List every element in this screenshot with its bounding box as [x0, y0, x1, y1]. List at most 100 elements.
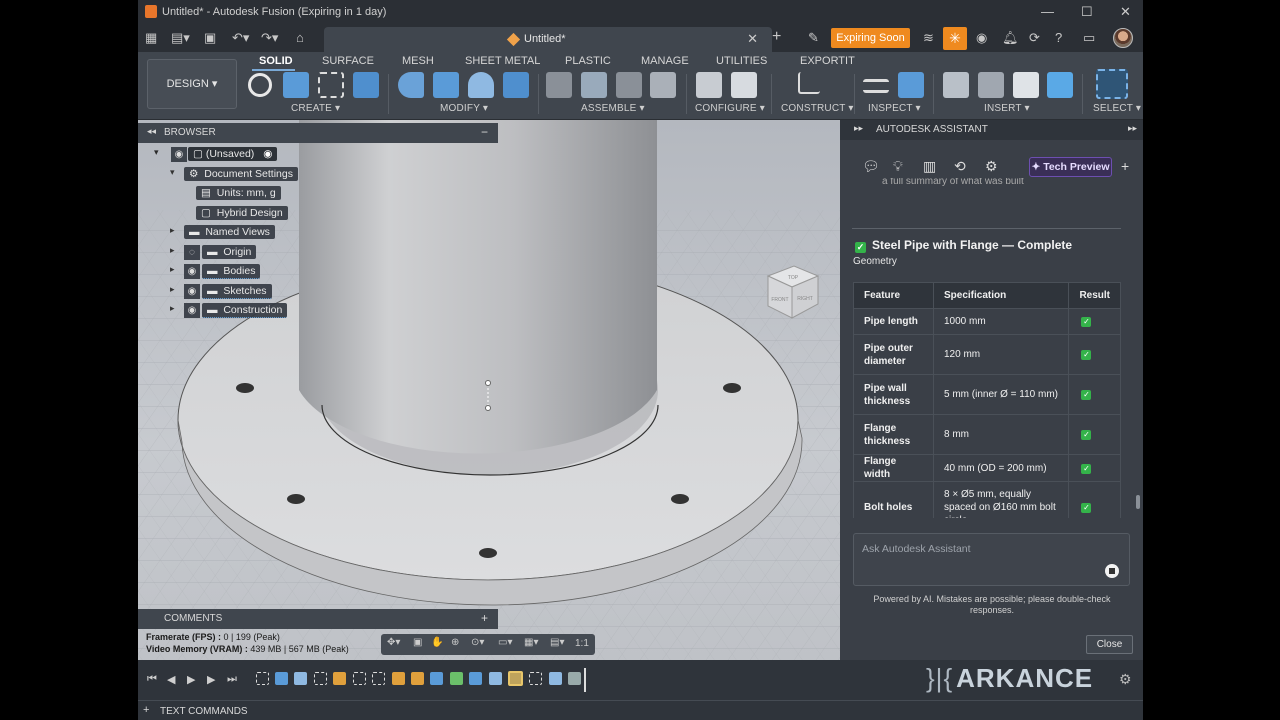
- fit-icon[interactable]: ⊙▾: [471, 637, 484, 648]
- grid-settings-icon[interactable]: ▦▾: [524, 637, 538, 648]
- browser-minimize-icon[interactable]: −: [481, 125, 488, 139]
- stop-generation-icon[interactable]: [1105, 564, 1119, 578]
- tab-surface[interactable]: SURFACE: [322, 55, 374, 67]
- app-grid-icon[interactable]: ▦: [145, 30, 157, 46]
- step-back-icon[interactable]: ◀: [167, 673, 175, 686]
- go-to-start-icon[interactable]: ⏮: [147, 673, 157, 686]
- new-tab-icon[interactable]: +: [772, 28, 781, 46]
- pan-icon[interactable]: ✋: [431, 637, 443, 648]
- group-inspect-label[interactable]: INSPECT ▾: [868, 103, 921, 114]
- browser-panel-header[interactable]: ◂◂ BROWSER −: [138, 123, 498, 143]
- extensions-icon[interactable]: ✎: [808, 30, 819, 46]
- close-tab-icon[interactable]: ✕: [747, 31, 758, 47]
- tab-plastic[interactable]: PLASTIC: [565, 55, 611, 67]
- configuration-table-icon[interactable]: [731, 72, 757, 98]
- timeline-pattern-feature[interactable]: [450, 672, 463, 685]
- fillet-icon[interactable]: [433, 72, 459, 98]
- insert-svg-icon[interactable]: [978, 72, 1004, 98]
- insert-mcmaster-icon[interactable]: [1047, 72, 1073, 98]
- configure-icon[interactable]: [696, 72, 722, 98]
- caret-down-icon[interactable]: ▾: [170, 167, 175, 178]
- save-icon[interactable]: ▣: [204, 30, 216, 46]
- document-tab[interactable]: Untitled* ✕: [324, 27, 772, 52]
- select-icon[interactable]: [1096, 69, 1128, 99]
- lightbulb-icon[interactable]: 💡︎: [893, 158, 903, 175]
- insert-mesh-icon[interactable]: [1013, 72, 1039, 98]
- caret-right-icon[interactable]: ▸: [170, 303, 175, 314]
- timeline-extrude-feature[interactable]: [294, 672, 307, 685]
- timeline-extrude-feature[interactable]: [549, 672, 562, 685]
- assistant-input[interactable]: Ask Autodesk Assistant: [853, 533, 1130, 586]
- timeline-hole-feature[interactable]: [411, 672, 424, 685]
- measure-icon[interactable]: [863, 79, 889, 93]
- new-chat-icon[interactable]: +: [1121, 158, 1129, 174]
- add-comment-icon[interactable]: +: [481, 611, 488, 625]
- timeline-extrude-feature[interactable]: [430, 672, 443, 685]
- close-window-button[interactable]: ✕: [1120, 4, 1131, 20]
- collapse-arrows-icon[interactable]: ▸▸: [854, 123, 863, 134]
- joint-icon[interactable]: [546, 72, 572, 98]
- tech-preview-badge[interactable]: ✦ Tech Preview: [1029, 157, 1112, 177]
- caret-right-icon[interactable]: ▸: [170, 264, 175, 275]
- group-construct-label[interactable]: CONSTRUCT ▾: [781, 103, 854, 114]
- text-commands-bar[interactable]: + TEXT COMMANDS: [138, 700, 1143, 720]
- learning-icon[interactable]: ▭: [1083, 30, 1095, 46]
- chamfer-icon[interactable]: [468, 72, 494, 98]
- tab-exportit[interactable]: EXPORTIT: [800, 55, 855, 67]
- job-status-icon[interactable]: ⟳: [1029, 30, 1040, 46]
- settings-gear-icon[interactable]: ⚙: [985, 158, 998, 175]
- sketch-icon[interactable]: [318, 72, 344, 98]
- tab-solid[interactable]: SOLID: [259, 55, 293, 67]
- caret-right-icon[interactable]: ▸: [170, 284, 175, 295]
- display-settings-icon[interactable]: ▭▾: [498, 637, 512, 648]
- comments-panel-header[interactable]: COMMENTS +: [138, 609, 498, 629]
- timeline-hole-feature[interactable]: [392, 672, 405, 685]
- group-configure-label[interactable]: CONFIGURE ▾: [695, 103, 765, 114]
- group-create-label[interactable]: CREATE ▾: [291, 103, 340, 114]
- go-to-end-icon[interactable]: ⏭: [227, 673, 237, 686]
- timeline-marker[interactable]: [584, 668, 586, 692]
- chat-icon[interactable]: 💬︎: [862, 158, 880, 175]
- sketch-point[interactable]: [485, 380, 491, 386]
- timeline-selected-feature[interactable]: [508, 671, 523, 686]
- timeline-sketch-feature[interactable]: [314, 672, 327, 685]
- expand-icon[interactable]: +: [143, 704, 149, 716]
- close-button[interactable]: Close: [1086, 635, 1133, 654]
- online-status-icon[interactable]: ◉: [976, 30, 987, 46]
- step-forward-icon[interactable]: ▶: [207, 673, 215, 686]
- expand-arrows-icon[interactable]: ▸▸: [1128, 123, 1137, 134]
- history-icon[interactable]: ⟲: [954, 158, 966, 175]
- 3d-viewport[interactable]: TOP FRONT RIGHT: [138, 120, 840, 660]
- flag-icon[interactable]: ≋: [923, 30, 934, 46]
- redo-icon[interactable]: ↷▾: [261, 30, 278, 46]
- group-select-label[interactable]: SELECT ▾: [1093, 103, 1141, 114]
- user-avatar[interactable]: [1113, 28, 1133, 48]
- new-assembly-icon[interactable]: [581, 72, 607, 98]
- insert-derive-icon[interactable]: [943, 72, 969, 98]
- group-modify-label[interactable]: MODIFY ▾: [440, 103, 488, 114]
- workspace-selector[interactable]: DESIGN ▾: [147, 59, 237, 109]
- timeline-extrude-feature[interactable]: [275, 672, 288, 685]
- visibility-eye-icon[interactable]: ◉: [184, 284, 200, 299]
- play-icon[interactable]: ▶: [187, 673, 195, 686]
- timeline-pattern-feature[interactable]: [568, 672, 581, 685]
- tab-utilities[interactable]: UTILITIES: [716, 55, 767, 67]
- caret-right-icon[interactable]: ▸: [170, 225, 175, 236]
- tab-mesh[interactable]: MESH: [402, 55, 434, 67]
- zoom-window-icon[interactable]: ⊕: [451, 637, 459, 648]
- timeline-sketch-feature[interactable]: [372, 672, 385, 685]
- home-icon[interactable]: ⌂: [296, 30, 304, 45]
- assistant-scrollbar[interactable]: [1136, 495, 1140, 509]
- caret-down-icon[interactable]: ▾: [154, 147, 159, 158]
- group-insert-label[interactable]: INSERT ▾: [984, 103, 1030, 114]
- press-pull-icon[interactable]: [398, 72, 424, 98]
- visibility-eye-icon[interactable]: ◉: [184, 264, 200, 279]
- timeline-sketch-feature[interactable]: [529, 672, 542, 685]
- assistant-toggle-icon[interactable]: ✳: [943, 27, 967, 50]
- visibility-eye-icon[interactable]: ◉: [171, 147, 187, 162]
- bom-icon[interactable]: [650, 72, 676, 98]
- library-icon[interactable]: ▥: [923, 158, 936, 175]
- maximize-button[interactable]: ☐: [1081, 4, 1093, 20]
- timeline-sketch-feature[interactable]: [353, 672, 366, 685]
- timeline-extrude-feature[interactable]: [489, 672, 502, 685]
